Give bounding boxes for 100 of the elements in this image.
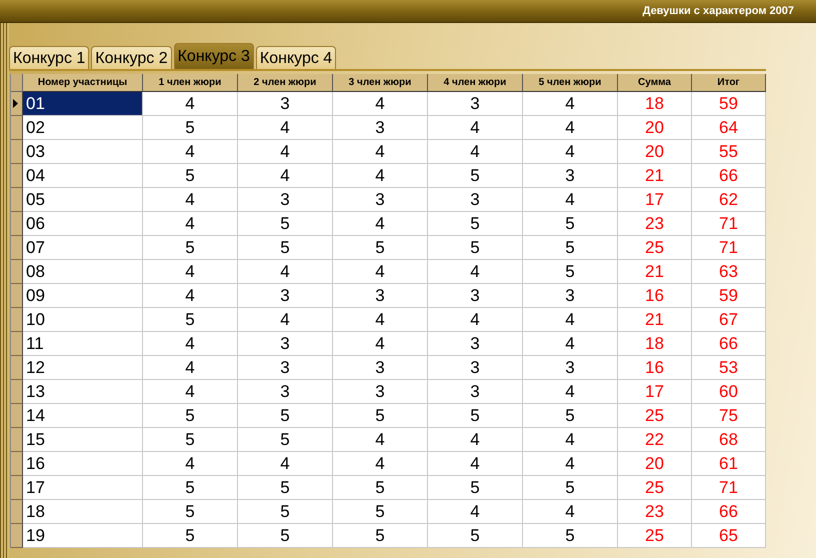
table-cell: 4: [238, 116, 333, 140]
row-selector[interactable]: [11, 428, 23, 452]
table-cell: 12: [23, 356, 143, 380]
column-header[interactable]: 2 член жюри: [238, 74, 333, 92]
row-selector[interactable]: [11, 380, 23, 404]
table-cell: 61: [692, 452, 766, 476]
table-cell: 4: [428, 308, 523, 332]
table-cell: 71: [692, 236, 766, 260]
table-cell: 3: [428, 284, 523, 308]
table-cell: 17: [618, 380, 692, 404]
row-selector[interactable]: [11, 452, 23, 476]
table-cell: 3: [523, 356, 618, 380]
table-cell: 5: [523, 212, 618, 236]
table-cell: 3: [333, 284, 428, 308]
table-cell: 19: [23, 524, 143, 548]
row-selector[interactable]: [11, 524, 23, 548]
table-cell: 18: [618, 332, 692, 356]
row-selector[interactable]: [11, 164, 23, 188]
row-selector[interactable]: [11, 404, 23, 428]
row-selector[interactable]: [11, 212, 23, 236]
table-cell: 5: [523, 260, 618, 284]
table-cell: 20: [618, 116, 692, 140]
table-cell: 4: [333, 92, 428, 116]
column-header[interactable]: 5 член жюри: [523, 74, 618, 92]
table-cell: 3: [238, 356, 333, 380]
table-cell: 66: [692, 164, 766, 188]
table-cell: 4: [143, 380, 238, 404]
column-header[interactable]: 3 член жюри: [333, 74, 428, 92]
table-cell: 71: [692, 212, 766, 236]
table-cell: 5: [238, 212, 333, 236]
table-cell: 3: [238, 92, 333, 116]
table-cell: 4: [523, 308, 618, 332]
table-cell: 68: [692, 428, 766, 452]
row-selector[interactable]: [11, 188, 23, 212]
row-selector[interactable]: [11, 260, 23, 284]
tab[interactable]: Конкурс 3: [174, 43, 254, 69]
table-cell: 15: [23, 428, 143, 452]
row-selector[interactable]: [11, 332, 23, 356]
table-cell: 4: [143, 284, 238, 308]
row-selector[interactable]: [11, 284, 23, 308]
table-cell: 4: [238, 140, 333, 164]
table-cell: 21: [618, 164, 692, 188]
column-header[interactable]: 1 член жюри: [143, 74, 238, 92]
table-cell: 4: [143, 188, 238, 212]
table-cell: 5: [333, 476, 428, 500]
table-cell: 5: [238, 476, 333, 500]
table-cell: 3: [333, 188, 428, 212]
tab[interactable]: Конкурс 2: [91, 46, 172, 69]
table-cell: 5: [143, 476, 238, 500]
table-cell: 17: [23, 476, 143, 500]
table-cell: 5: [143, 164, 238, 188]
table-cell: 21: [618, 260, 692, 284]
table-cell: 5: [523, 236, 618, 260]
column-header[interactable]: 4 член жюри: [428, 74, 523, 92]
table-cell: 5: [333, 236, 428, 260]
window-title: Девушки с характером 2007: [642, 5, 794, 17]
table-cell: 3: [333, 356, 428, 380]
table-cell: 3: [428, 92, 523, 116]
current-row-icon: [13, 99, 18, 108]
row-selector[interactable]: [11, 92, 23, 116]
table-cell: 65: [692, 524, 766, 548]
table-cell: 07: [23, 236, 143, 260]
row-selector[interactable]: [11, 116, 23, 140]
tab[interactable]: Конкурс 4: [256, 46, 336, 69]
table-cell: 55: [692, 140, 766, 164]
table-cell: 5: [523, 476, 618, 500]
table-cell: 53: [692, 356, 766, 380]
table-cell: 5: [333, 500, 428, 524]
table-cell: 16: [618, 356, 692, 380]
table-cell: 18: [23, 500, 143, 524]
table-cell: 22: [618, 428, 692, 452]
table-cell: 20: [618, 140, 692, 164]
table-cell: 4: [428, 428, 523, 452]
table-cell: 5: [143, 524, 238, 548]
row-selector[interactable]: [11, 140, 23, 164]
table-cell: 5: [333, 524, 428, 548]
header-corner: [11, 74, 23, 92]
table-cell: 5: [428, 524, 523, 548]
table-cell: 25: [618, 236, 692, 260]
table-cell: 21: [618, 308, 692, 332]
column-header[interactable]: Сумма: [618, 74, 692, 92]
table-cell: 08: [23, 260, 143, 284]
table-cell: 06: [23, 212, 143, 236]
table-cell: 4: [238, 260, 333, 284]
tab[interactable]: Конкурс 1: [9, 46, 90, 69]
table-cell: 4: [333, 140, 428, 164]
table-cell: 5: [143, 308, 238, 332]
table-cell: 5: [143, 404, 238, 428]
table-cell: 05: [23, 188, 143, 212]
row-selector[interactable]: [11, 356, 23, 380]
row-selector[interactable]: [11, 476, 23, 500]
column-header[interactable]: Итог: [692, 74, 766, 92]
table-cell: 4: [523, 332, 618, 356]
row-selector[interactable]: [11, 500, 23, 524]
table-cell: 16: [23, 452, 143, 476]
table-cell: 3: [238, 284, 333, 308]
table-cell: 75: [692, 404, 766, 428]
row-selector[interactable]: [11, 308, 23, 332]
column-header[interactable]: Номер участницы: [23, 74, 143, 92]
row-selector[interactable]: [11, 236, 23, 260]
